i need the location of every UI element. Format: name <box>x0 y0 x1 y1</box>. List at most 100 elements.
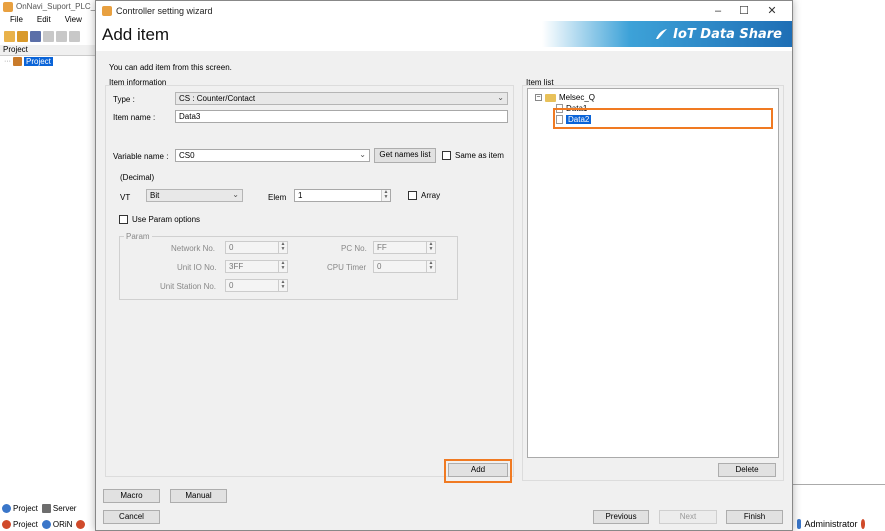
pc-no-spinbox: FF ▲ ▼ <box>373 241 436 254</box>
check-icon <box>41 519 51 529</box>
network-no-spinbox: 0 ▲ ▼ <box>225 241 288 254</box>
unit-station-no-spinbox: 0 ▲ ▼ <box>225 279 288 292</box>
cut-icon[interactable] <box>43 30 54 42</box>
tab-server[interactable]: Server <box>41 504 77 513</box>
dialog-title: Controller setting wizard <box>116 6 213 16</box>
bg-right-pane <box>793 0 885 531</box>
close-circle-icon[interactable] <box>860 518 865 529</box>
tab-project-2-label: Project <box>13 519 38 529</box>
paste-icon[interactable] <box>69 30 80 42</box>
spin-arrows-icon: ▲ ▼ <box>278 261 287 272</box>
chevron-down-icon: ⌄ <box>232 190 239 199</box>
variable-name-value: CS0 <box>179 151 195 160</box>
menu-file[interactable]: File <box>10 15 23 28</box>
array-label: Array <box>421 191 441 200</box>
brand-logo-text: IoT Data Share <box>673 26 782 42</box>
save-icon[interactable] <box>30 30 41 42</box>
tab-orin[interactable]: ORiN <box>41 519 73 529</box>
stop-icon <box>2 519 11 529</box>
close-button[interactable]: ✕ <box>765 4 779 18</box>
controller-setting-wizard-dialog: Controller setting wizard – ☐ ✕ Add item… <box>95 0 793 531</box>
bg-app-title: OnNavi_Suport_PLC_M <box>16 2 96 11</box>
selected-item-highlight <box>553 108 773 129</box>
status-user-label: Administrator <box>804 518 858 529</box>
menu-edit[interactable]: Edit <box>37 15 51 28</box>
elem-label: Elem <box>268 193 287 202</box>
minimize-button[interactable]: – <box>711 4 725 18</box>
decimal-label: (Decimal) <box>120 173 155 182</box>
bg-status-user: Administrator <box>793 516 885 531</box>
collapse-icon[interactable]: – <box>535 94 542 101</box>
bg-titlebar: OnNavi_Suport_PLC_M <box>0 0 100 14</box>
spin-arrows-icon[interactable]: ▲ ▼ <box>381 190 390 201</box>
dialog-header: Add item IoT Data Share <box>96 21 792 51</box>
folder-icon <box>545 93 556 102</box>
array-checkbox[interactable] <box>408 191 417 200</box>
elem-spinbox[interactable]: 1 ▲ ▼ <box>294 189 391 202</box>
user-icon <box>797 518 802 529</box>
copy-icon[interactable] <box>56 30 67 42</box>
pc-no-value: FF <box>377 243 387 252</box>
brand-banner: IoT Data Share <box>542 21 792 47</box>
spin-arrows-icon: ▲ ▼ <box>278 280 287 291</box>
variable-name-label: Variable name : <box>113 152 169 161</box>
menu-view[interactable]: View <box>65 15 82 28</box>
vt-combobox[interactable]: Bit ⌄ <box>146 189 243 202</box>
type-value: CS : Counter/Contact <box>179 94 256 103</box>
same-as-item-checkbox[interactable] <box>442 151 451 160</box>
tab-orin-label: ORiN <box>52 519 73 529</box>
bg-right-divider <box>793 484 885 485</box>
macro-button[interactable]: Macro <box>103 489 160 503</box>
new-icon[interactable] <box>4 30 15 42</box>
bg-bottom-tabs-2: Project ORiN <box>0 517 86 531</box>
unit-io-no-value: 3FF <box>229 262 244 271</box>
tab-project-2[interactable]: Project <box>2 519 38 529</box>
type-combobox[interactable]: CS : Counter/Contact ⌄ <box>175 92 508 105</box>
chevron-down-icon: ⌄ <box>497 93 504 102</box>
wizard-icon <box>102 6 112 16</box>
project-tree-node[interactable]: ··· Project <box>4 57 53 66</box>
server-tab-icon <box>41 504 51 513</box>
stop-icon-2 <box>76 519 86 529</box>
tab-server-label: Server <box>52 504 77 513</box>
manual-button[interactable]: Manual <box>170 489 227 503</box>
bg-toolbar <box>0 28 100 44</box>
item-list-tree[interactable]: – Melsec_Q Data1 Data2 <box>527 88 779 458</box>
next-button[interactable]: Next <box>659 510 717 524</box>
network-no-value: 0 <box>229 243 234 252</box>
use-param-options-checkbox[interactable] <box>119 215 128 224</box>
get-names-list-button[interactable]: Get names list <box>374 148 436 163</box>
pc-no-label: PC No. <box>341 244 367 253</box>
network-no-label: Network No. <box>171 244 216 253</box>
brand-swoosh-icon <box>656 29 668 39</box>
previous-button[interactable]: Previous <box>593 510 649 524</box>
delete-button[interactable]: Delete <box>718 463 776 477</box>
tree-root-label: Melsec_Q <box>559 93 596 102</box>
app-icon <box>3 2 13 12</box>
param-legend: Param <box>124 232 152 241</box>
unit-station-no-value: 0 <box>229 281 234 290</box>
same-as-item-label: Same as item <box>455 151 504 160</box>
item-name-input[interactable]: Data3 <box>175 110 508 123</box>
add-button-highlight <box>444 459 512 483</box>
tree-root-melsec[interactable]: – Melsec_Q <box>535 93 595 102</box>
dialog-subtitle: You can add item from this screen. <box>109 63 232 72</box>
bg-bottom-tabs-1: Project Server <box>0 502 76 515</box>
item-name-label: Item name : <box>113 113 156 122</box>
unit-io-no-label: Unit IO No. <box>177 263 217 272</box>
page-heading: Add item <box>102 25 170 44</box>
variable-name-combobox[interactable]: CS0 ⌄ <box>175 149 370 162</box>
tab-project[interactable]: Project <box>2 504 38 513</box>
tab-extra[interactable] <box>76 519 86 529</box>
chevron-down-icon: ⌄ <box>359 150 366 159</box>
type-label: Type : <box>113 95 135 104</box>
use-param-options-label: Use Param options <box>132 215 201 224</box>
dialog-titlebar: Controller setting wizard – ☐ ✕ <box>96 1 792 21</box>
maximize-button[interactable]: ☐ <box>737 4 751 18</box>
project-tab-icon <box>2 504 11 513</box>
cpu-timer-label: CPU Timer <box>327 263 367 272</box>
finish-button[interactable]: Finish <box>726 510 783 524</box>
cancel-button[interactable]: Cancel <box>103 510 160 524</box>
cpu-timer-spinbox: 0 ▲ ▼ <box>373 260 436 273</box>
open-folder-icon[interactable] <box>17 30 28 42</box>
